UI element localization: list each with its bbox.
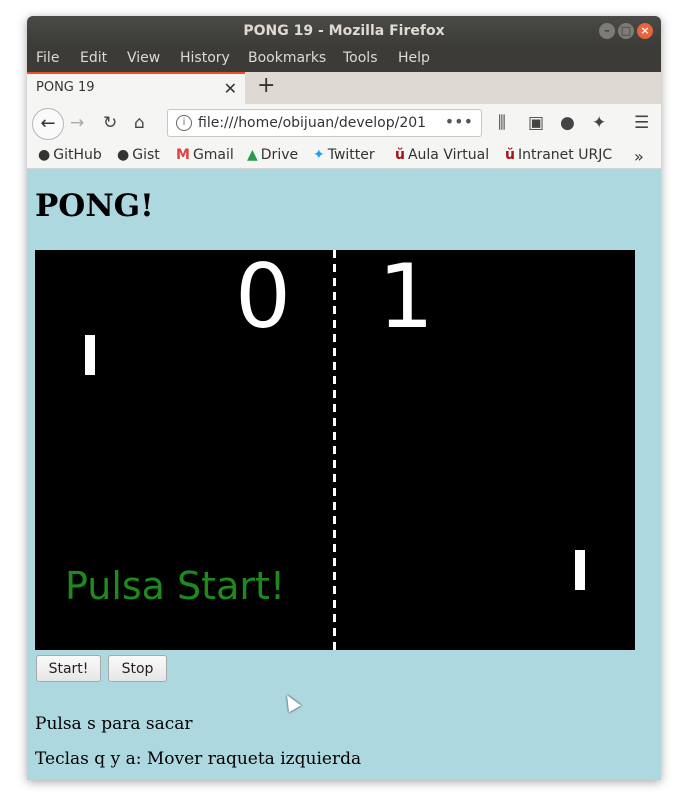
game-canvas[interactable]: 0 1 Pulsa Start! [35, 250, 635, 650]
instruction-serve: Pulsa s para sacar [35, 714, 193, 734]
stop-button[interactable]: Stop [108, 655, 167, 682]
bookmarks-toolbar: ● GitHub ● Gist M Gmail ▲ Drive ✦ Twitter ŭ Au… [27, 144, 661, 169]
menu-view[interactable]: View [127, 50, 160, 66]
back-icon[interactable]: ← [32, 108, 64, 140]
menu-help[interactable]: Help [398, 50, 430, 66]
close-window-icon[interactable]: × [637, 23, 653, 39]
title-bar: PONG 19 - Mozilla Firefox – □ × [27, 16, 661, 46]
page-actions-icon[interactable]: ••• [445, 112, 473, 131]
score-left: 0 [235, 245, 291, 348]
left-paddle [85, 335, 95, 375]
menu-file[interactable]: File [36, 50, 59, 66]
page-content: PONG! 0 1 Pulsa Start! Start! Stop Pulsa… [27, 169, 661, 780]
menu-edit[interactable]: Edit [80, 50, 107, 66]
new-tab-icon[interactable]: + [257, 73, 275, 98]
tab-bar: PONG 19 ✕ + [27, 72, 661, 104]
score-right: 1 [378, 245, 434, 348]
bookmark-label: Gist [132, 147, 160, 163]
drive-icon: ▲ [247, 147, 258, 163]
bookmark-gist[interactable]: ● Gist [117, 147, 160, 163]
bookmark-label: Gmail [192, 147, 234, 163]
library-icon[interactable]: ⫼ [498, 113, 506, 133]
page-title: PONG! [35, 188, 154, 224]
github-icon: ● [38, 147, 51, 163]
minimize-icon[interactable]: – [599, 23, 615, 39]
center-net [333, 250, 336, 650]
tab-close-icon[interactable]: ✕ [224, 79, 237, 98]
gmail-icon: M [176, 147, 190, 163]
bookmark-github[interactable]: ● GitHub [38, 147, 102, 163]
bookmark-label: Aula Virtual [407, 147, 490, 163]
bookmark-drive[interactable]: ▲ Drive [247, 147, 298, 163]
github-icon: ● [117, 147, 130, 163]
bookmark-label: Intranet URJC [517, 147, 613, 163]
info-icon[interactable]: i [176, 115, 192, 131]
bookmark-aula-virtual[interactable]: ŭ Aula Virtual [395, 147, 489, 163]
bookmark-label: Drive [260, 147, 299, 163]
urjc-icon: ŭ [395, 147, 405, 163]
maximize-icon[interactable]: □ [618, 23, 634, 39]
tab-title: PONG 19 [36, 80, 95, 95]
sidebar-icon[interactable]: ▣ [528, 113, 544, 133]
twitter-icon: ✦ [313, 147, 325, 163]
start-message: Pulsa Start! [65, 564, 286, 608]
urjc-icon: ŭ [505, 147, 515, 163]
url-bar[interactable]: i file:///home/obijuan/develop/2019 ••• [167, 109, 482, 137]
bookmark-gmail[interactable]: M Gmail [176, 147, 234, 163]
navigation-bar: ← → ↻ ⌂ i file:///home/obijuan/develop/2… [27, 104, 661, 144]
mouse-cursor-icon [280, 691, 302, 713]
bookmark-twitter[interactable]: ✦ Twitter [313, 147, 375, 163]
menu-history[interactable]: History [180, 50, 230, 66]
forward-icon[interactable]: → [70, 113, 84, 133]
tab-pong19[interactable]: PONG 19 ✕ [27, 72, 245, 104]
bookmark-label: Twitter [327, 147, 375, 163]
bookmarks-overflow-icon[interactable]: » [634, 147, 644, 166]
start-button[interactable]: Start! [36, 655, 101, 682]
instruction-keys: Teclas q y a: Mover raqueta izquierda [35, 749, 362, 769]
menu-bookmarks[interactable]: Bookmarks [248, 50, 326, 66]
reload-icon[interactable]: ↻ [103, 113, 117, 133]
menu-tools[interactable]: Tools [343, 50, 378, 66]
window-title: PONG 19 - Mozilla Firefox [243, 23, 445, 39]
url-text[interactable]: file:///home/obijuan/develop/2019 [198, 115, 426, 131]
browser-window: PONG 19 - Mozilla Firefox – □ × File Edi… [27, 16, 661, 780]
bookmark-label: GitHub [53, 147, 102, 163]
right-paddle [575, 550, 585, 590]
menu-icon[interactable]: ☰ [634, 113, 649, 133]
bookmark-intranet-urjc[interactable]: ŭ Intranet URJC [505, 147, 612, 163]
account-icon[interactable]: ● [560, 113, 575, 133]
home-icon[interactable]: ⌂ [134, 113, 145, 133]
extension-icon[interactable]: ✦ [592, 113, 606, 133]
menu-bar: File Edit View History Bookmarks Tools H… [27, 46, 661, 72]
